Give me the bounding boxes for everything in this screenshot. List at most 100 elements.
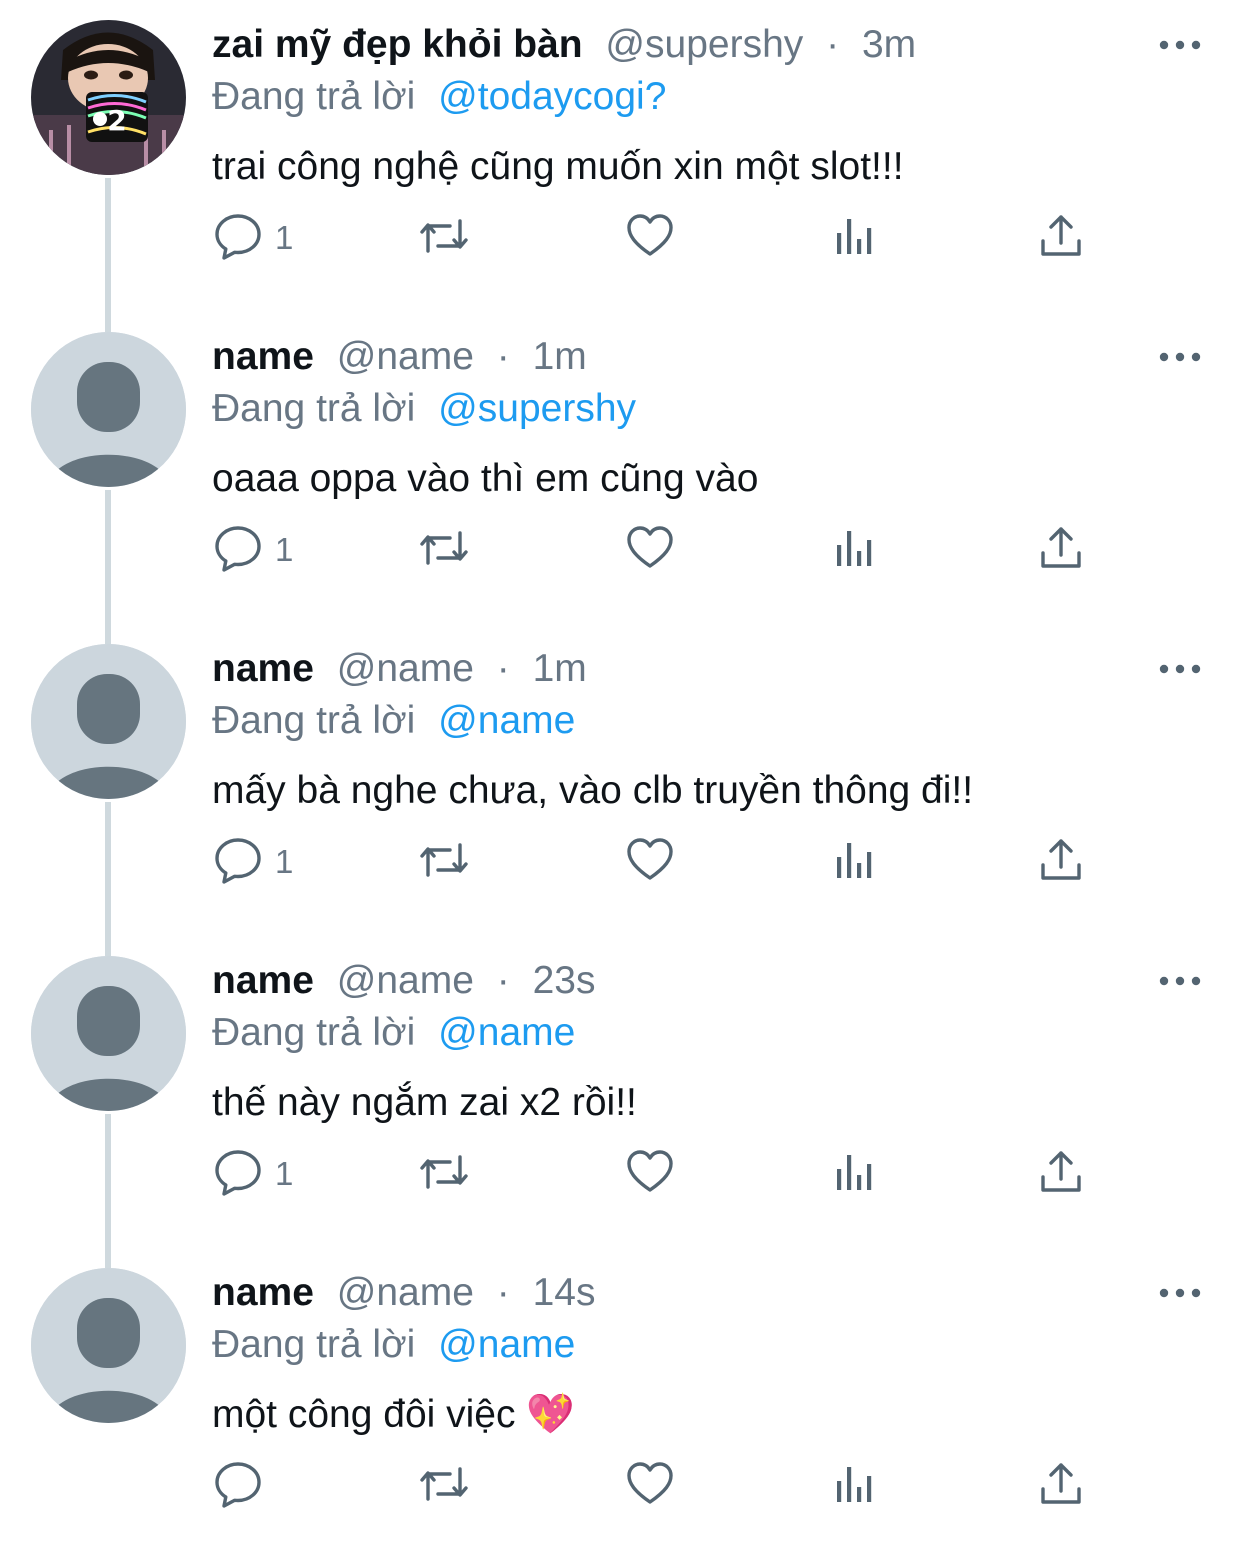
more-icon[interactable] — [1158, 974, 1202, 988]
thread-line — [105, 624, 111, 642]
display-name[interactable]: name — [212, 647, 314, 690]
avatar-photo[interactable]: 2 — [31, 20, 186, 175]
separator: · — [826, 23, 840, 66]
handle[interactable]: @supershy — [605, 23, 803, 66]
analytics-button[interactable] — [832, 210, 882, 266]
mention-link[interactable]: @todaycogi? — [438, 75, 666, 118]
thread-line — [105, 178, 111, 332]
handle[interactable]: @name — [337, 959, 474, 1002]
timestamp[interactable]: 1m — [533, 647, 587, 690]
retweet-button[interactable] — [416, 1146, 472, 1202]
reply-count: 1 — [275, 531, 294, 568]
share-icon — [1036, 1147, 1086, 1202]
separator: · — [496, 647, 510, 690]
thread-line — [105, 802, 111, 956]
more-icon[interactable] — [1158, 38, 1202, 52]
tweet-text: một công đôi việc 💖 — [212, 1393, 575, 1436]
share-button[interactable] — [1036, 1146, 1086, 1202]
tweet-text: thế này ngắm zai x2 rồi!! — [212, 1081, 637, 1124]
replying-prefix: Đang trả lời — [212, 75, 416, 118]
like-button[interactable] — [625, 522, 675, 578]
reply-icon — [213, 1459, 263, 1514]
tweet-header: name @name · 1m — [212, 334, 587, 380]
replying-to: Đang trả lời @name — [212, 1010, 575, 1056]
analytics-icon — [832, 835, 882, 890]
share-button[interactable] — [1036, 210, 1086, 266]
tweet-text: mấy bà nghe chưa, vào clb truyền thông đ… — [212, 769, 974, 812]
avatar-default[interactable] — [31, 332, 186, 487]
avatar-default[interactable] — [31, 644, 186, 799]
retweet-icon — [416, 211, 472, 266]
mention-link[interactable]: @name — [438, 1323, 575, 1366]
reply-button[interactable] — [213, 1458, 263, 1514]
analytics-icon — [832, 1147, 882, 1202]
replying-prefix: Đang trả lời — [212, 387, 416, 430]
heart-icon — [625, 835, 675, 890]
tweet-header: name @name · 14s — [212, 1270, 595, 1316]
tweet-header: name @name · 1m — [212, 646, 587, 692]
svg-text:2: 2 — [107, 104, 126, 137]
reply-button[interactable]: 1 — [213, 834, 293, 890]
mention-link[interactable]: @name — [438, 1011, 575, 1054]
avatar-default[interactable] — [31, 956, 186, 1111]
share-icon — [1036, 835, 1086, 890]
handle[interactable]: @name — [337, 1271, 474, 1314]
like-button[interactable] — [625, 1458, 675, 1514]
more-icon[interactable] — [1158, 662, 1202, 676]
timestamp[interactable]: 23s — [533, 959, 596, 1002]
reply-count: 1 — [275, 843, 294, 880]
analytics-button[interactable] — [832, 522, 882, 578]
tweet-5[interactable]: name @name · 14s Đang trả lời @name một … — [0, 1248, 1242, 1560]
thread-line — [105, 1248, 111, 1266]
reply-button[interactable]: 1 — [213, 210, 293, 266]
analytics-button[interactable] — [832, 1146, 882, 1202]
replying-to: Đang trả lời @supershy — [212, 386, 636, 432]
more-icon[interactable] — [1158, 1286, 1202, 1300]
analytics-icon — [832, 211, 882, 266]
display-name[interactable]: zai mỹ đẹp khỏi bàn — [212, 23, 583, 66]
analytics-button[interactable] — [832, 1458, 882, 1514]
replying-prefix: Đang trả lời — [212, 1011, 416, 1054]
handle[interactable]: @name — [337, 335, 474, 378]
share-icon — [1036, 523, 1086, 578]
timestamp[interactable]: 3m — [862, 23, 916, 66]
handle[interactable]: @name — [337, 647, 474, 690]
timestamp[interactable]: 1m — [533, 335, 587, 378]
tweet-2[interactable]: name @name · 1m Đang trả lời @supershy o… — [0, 312, 1242, 644]
reply-count: 1 — [275, 219, 294, 256]
replying-to: Đang trả lời @name — [212, 1322, 575, 1368]
thread-line — [105, 490, 111, 644]
mention-link[interactable]: @supershy — [438, 387, 636, 430]
display-name[interactable]: name — [212, 1271, 314, 1314]
tweet-3[interactable]: name @name · 1m Đang trả lời @name mấy b… — [0, 624, 1242, 956]
action-bar — [0, 1248, 1242, 1560]
reply-button[interactable]: 1 — [213, 1146, 293, 1202]
like-button[interactable] — [625, 210, 675, 266]
share-button[interactable] — [1036, 834, 1086, 890]
tweet-header: zai mỹ đẹp khỏi bàn @supershy · 3m — [212, 22, 916, 68]
display-name[interactable]: name — [212, 335, 314, 378]
retweet-button[interactable] — [416, 1458, 472, 1514]
retweet-button[interactable] — [416, 834, 472, 890]
tweet-1[interactable]: 2 zai mỹ đẹp khỏi bàn @supershy · 3m Đan… — [0, 0, 1242, 332]
reply-count: 1 — [275, 1155, 294, 1192]
like-button[interactable] — [625, 1146, 675, 1202]
reply-button[interactable]: 1 — [213, 522, 293, 578]
replying-to: Đang trả lời @name — [212, 698, 575, 744]
avatar-default[interactable] — [31, 1268, 186, 1423]
tweet-4[interactable]: name @name · 23s Đang trả lời @name thế … — [0, 936, 1242, 1268]
reply-icon — [213, 1147, 263, 1202]
retweet-button[interactable] — [416, 210, 472, 266]
like-button[interactable] — [625, 834, 675, 890]
more-icon[interactable] — [1158, 350, 1202, 364]
separator: · — [496, 1271, 510, 1314]
share-button[interactable] — [1036, 522, 1086, 578]
mention-link[interactable]: @name — [438, 699, 575, 742]
analytics-button[interactable] — [832, 834, 882, 890]
share-button[interactable] — [1036, 1458, 1086, 1514]
timestamp[interactable]: 14s — [533, 1271, 596, 1314]
reply-icon — [213, 523, 263, 578]
retweet-button[interactable] — [416, 522, 472, 578]
heart-icon — [625, 211, 675, 266]
display-name[interactable]: name — [212, 959, 314, 1002]
